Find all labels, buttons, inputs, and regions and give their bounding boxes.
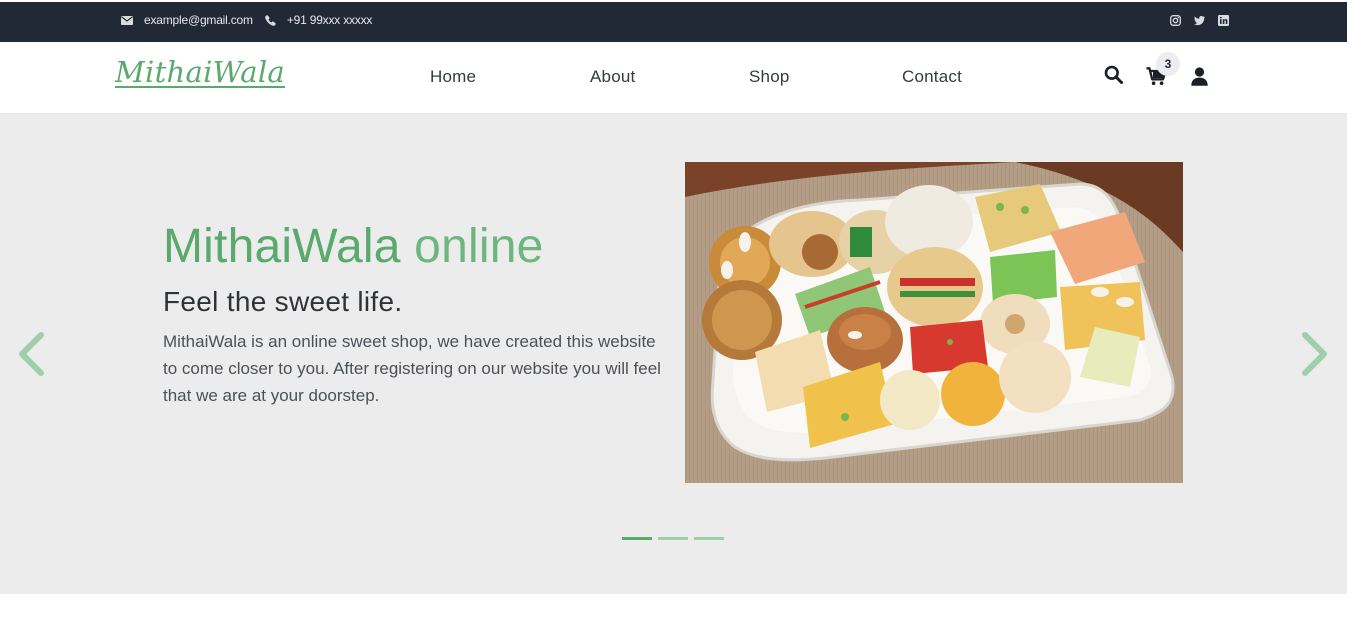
carousel-indicators bbox=[622, 537, 724, 540]
user-icon[interactable] bbox=[1191, 67, 1208, 91]
search-icon[interactable] bbox=[1104, 65, 1123, 89]
site-logo[interactable]: MithaiWala bbox=[115, 55, 285, 89]
phone-text: +91 99xxx xxxxx bbox=[286, 13, 373, 27]
social-links bbox=[1170, 15, 1229, 26]
carousel-indicator-2[interactable] bbox=[658, 537, 688, 540]
hero-description: MithaiWala is an online sweet shop, we h… bbox=[163, 332, 661, 405]
instagram-icon[interactable] bbox=[1170, 15, 1181, 26]
chevron-right-icon[interactable] bbox=[1301, 332, 1329, 381]
sweets-plate-image bbox=[685, 162, 1183, 483]
nav-link-home[interactable]: Home bbox=[430, 67, 476, 87]
hero-title: MithaiWala online bbox=[163, 219, 543, 274]
phone-icon bbox=[264, 14, 276, 26]
nav-link-contact[interactable]: Contact bbox=[902, 67, 962, 87]
nav-link-shop[interactable]: Shop bbox=[749, 67, 790, 87]
mail-icon bbox=[121, 15, 133, 25]
chevron-left-icon[interactable] bbox=[17, 332, 45, 381]
hero-carousel: MithaiWala online Feel the sweet life. M… bbox=[0, 114, 1347, 594]
nav-link-about[interactable]: About bbox=[590, 67, 635, 87]
carousel-indicator-1[interactable] bbox=[622, 537, 652, 540]
cart-count-badge: 3 bbox=[1156, 52, 1180, 76]
linkedin-icon[interactable] bbox=[1218, 15, 1229, 26]
navbar: MithaiWala Home About Shop Contact 3 bbox=[0, 42, 1347, 114]
carousel-indicator-3[interactable] bbox=[694, 537, 724, 540]
top-bar: example@gmail.com +91 99xxx xxxxx bbox=[0, 2, 1347, 42]
contact-info: example@gmail.com +91 99xxx xxxxx bbox=[121, 13, 372, 27]
twitter-icon[interactable] bbox=[1194, 15, 1205, 26]
hero-title-suffix: online bbox=[414, 220, 544, 273]
hero-title-brand: MithaiWala bbox=[163, 220, 401, 273]
email-text: example@gmail.com bbox=[144, 13, 253, 27]
hero-subtitle: Feel the sweet life. bbox=[163, 286, 403, 317]
